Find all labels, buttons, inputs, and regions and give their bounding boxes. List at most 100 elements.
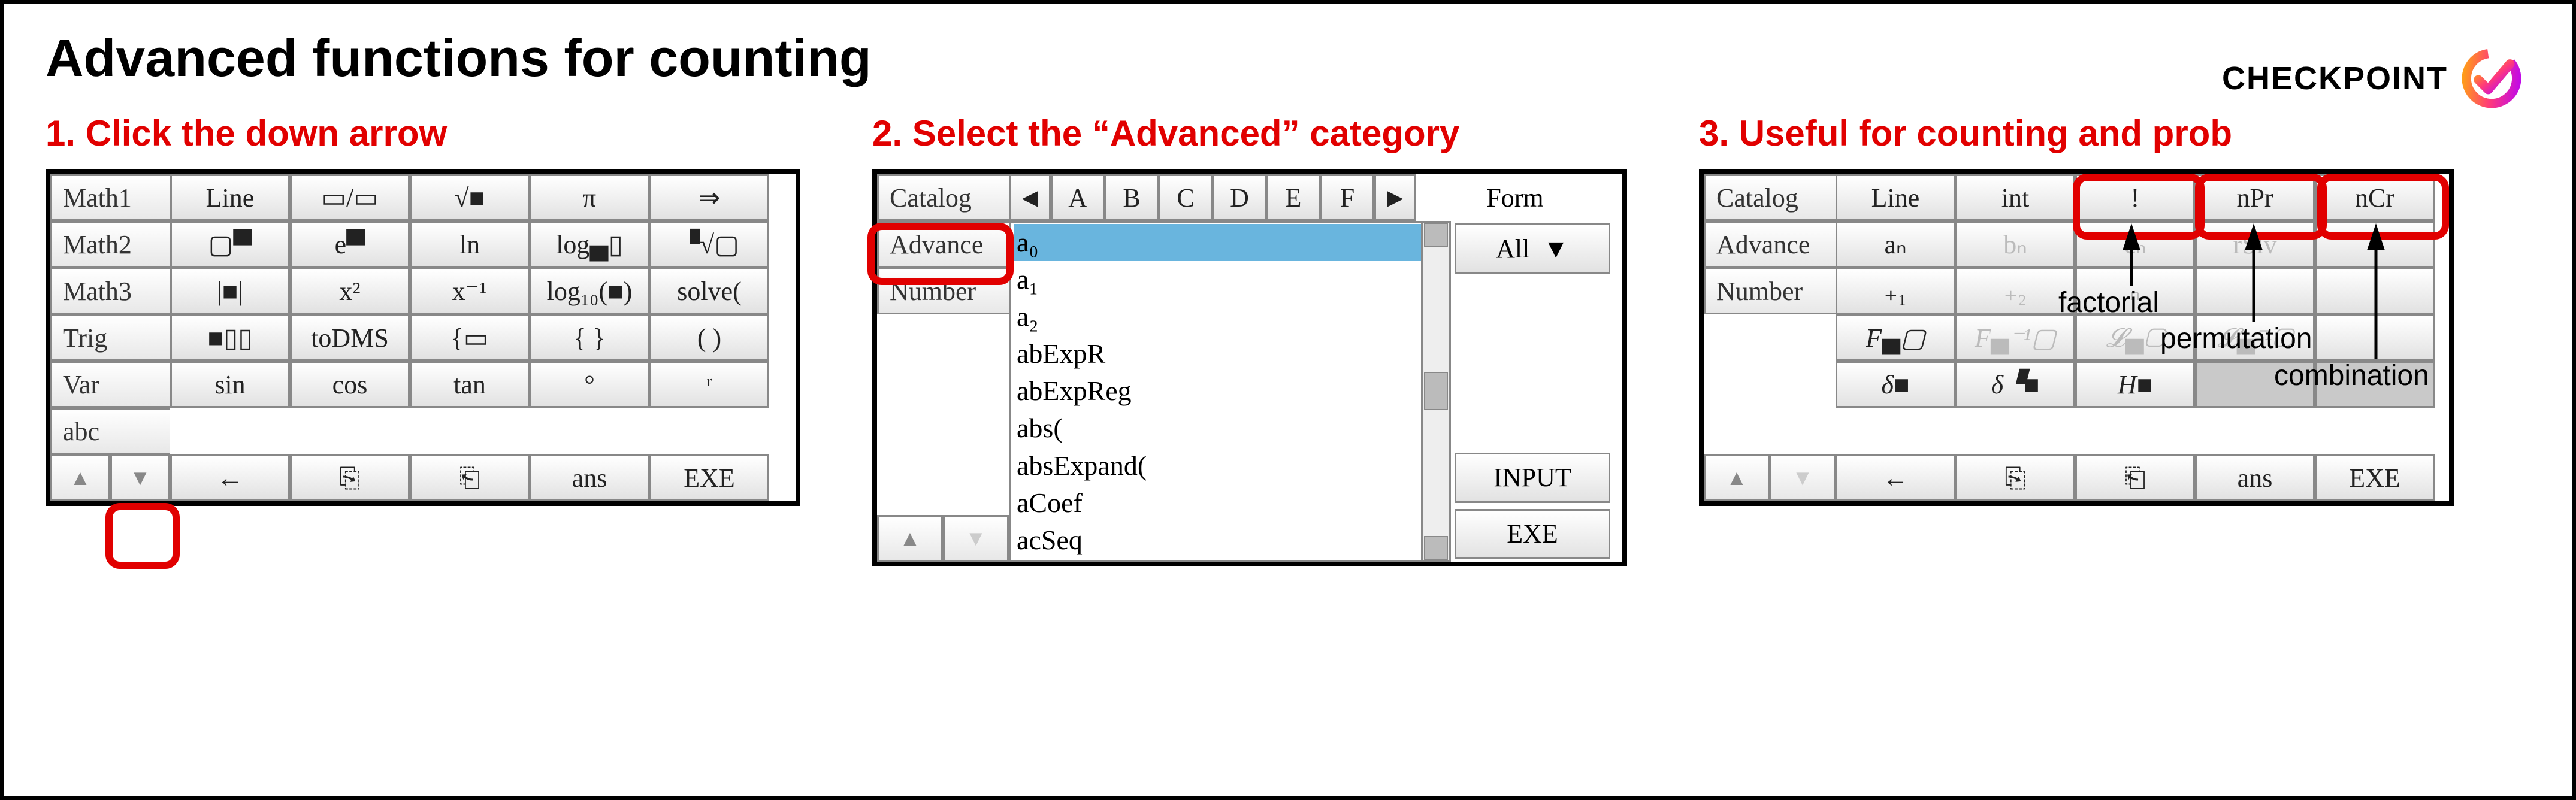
letter-f[interactable]: F xyxy=(1320,174,1374,221)
list-item[interactable]: absExpand( xyxy=(1014,447,1446,484)
letters-left-icon[interactable]: ◄ xyxy=(1009,174,1051,221)
k-blank3[interactable] xyxy=(2315,268,2435,314)
k-ln[interactable]: ln xyxy=(410,221,530,268)
exe-button[interactable]: EXE xyxy=(1455,509,1610,559)
tab-trig[interactable]: Trig xyxy=(50,314,170,361)
k-blank2[interactable] xyxy=(2195,268,2315,314)
tab-math1[interactable]: Math1 xyxy=(50,174,170,221)
k-epow[interactable]: e▀ xyxy=(290,221,410,268)
letter-b[interactable]: B xyxy=(1105,174,1159,221)
k-ncr[interactable]: nCr xyxy=(2315,174,2435,221)
tab-advance[interactable]: Advance xyxy=(877,221,1009,268)
tab-advance[interactable]: Advance xyxy=(1704,221,1836,268)
k-factorial[interactable]: ! xyxy=(2075,174,2195,221)
k-arrow[interactable]: ⇒ xyxy=(649,174,769,221)
list-item[interactable]: a₀ xyxy=(1014,224,1446,261)
k-log10[interactable]: log₁₀(■) xyxy=(530,268,649,314)
k-log[interactable]: log▄▯ xyxy=(530,221,649,268)
input-button[interactable]: INPUT xyxy=(1455,453,1610,503)
k-blank1[interactable] xyxy=(2315,221,2435,268)
k-cn[interactable]: cₙ xyxy=(2075,221,2195,268)
tab-catalog[interactable]: Catalog xyxy=(877,174,1009,221)
k-line[interactable]: Line xyxy=(1836,174,1955,221)
step2-heading: 2. Select the “Advanced” category xyxy=(872,113,1627,154)
k-xinv[interactable]: x⁻¹ xyxy=(410,268,530,314)
k-x2[interactable]: x² xyxy=(290,268,410,314)
catalog-listbox[interactable]: a₀ a₁ a₂ abExpR abExpReg abs( absExpand(… xyxy=(1009,221,1451,562)
tab-catalog[interactable]: Catalog xyxy=(1704,174,1836,221)
k-bracefrac[interactable]: {▭ xyxy=(410,314,530,361)
k-an[interactable]: aₙ xyxy=(1836,221,1955,268)
tab-down-icon[interactable]: ▼ xyxy=(110,454,170,501)
k-deg[interactable]: ° xyxy=(530,361,649,408)
letter-d[interactable]: D xyxy=(1213,174,1266,221)
letters-right-icon[interactable]: ► xyxy=(1374,174,1416,221)
tab-up-icon[interactable]: ▲ xyxy=(50,454,110,501)
k-ans[interactable]: ans xyxy=(530,454,649,501)
k-int[interactable]: int xyxy=(1955,174,2075,221)
k-ans[interactable]: ans xyxy=(2195,454,2315,501)
letter-c[interactable]: C xyxy=(1159,174,1213,221)
k-nroot[interactable]: ▝√▢ xyxy=(649,221,769,268)
tab-down-icon[interactable]: ▼ xyxy=(1770,454,1836,501)
k-frac[interactable]: ▭/▭ xyxy=(290,174,410,221)
letter-e[interactable]: E xyxy=(1266,174,1320,221)
k-rslv[interactable]: rSlv xyxy=(2195,221,2315,268)
scroll-thumb[interactable] xyxy=(1424,372,1448,410)
tab-number[interactable]: Number xyxy=(877,268,1009,314)
k-F[interactable]: F▄▢ xyxy=(1836,314,1955,361)
list-item[interactable]: aCoef xyxy=(1014,484,1446,522)
k-parens[interactable]: ( ) xyxy=(649,314,769,361)
k-todms[interactable]: toDMS xyxy=(290,314,410,361)
k-back[interactable]: ← xyxy=(170,454,290,501)
k-braces[interactable]: { } xyxy=(530,314,649,361)
form-label: Form xyxy=(1416,174,1614,221)
k-back[interactable]: ← xyxy=(1836,454,1955,501)
k-delta[interactable]: δ■ xyxy=(1836,361,1955,408)
k-delta2[interactable]: δ▝■ xyxy=(1955,361,2075,408)
k-sin[interactable]: sin xyxy=(170,361,290,408)
tab-math3[interactable]: Math3 xyxy=(50,268,170,314)
tab-math2[interactable]: Math2 xyxy=(50,221,170,268)
tab-abc[interactable]: abc xyxy=(50,408,170,454)
scroll-down-icon[interactable] xyxy=(1424,536,1448,560)
letter-a[interactable]: A xyxy=(1051,174,1105,221)
list-item[interactable]: a₁ xyxy=(1014,261,1446,298)
k-cos[interactable]: cos xyxy=(290,361,410,408)
k-pow[interactable]: ▢▀ xyxy=(170,221,290,268)
list-item[interactable]: abExpR xyxy=(1014,335,1446,372)
k-pi[interactable]: π xyxy=(530,174,649,221)
k-paste[interactable]: ⎗ xyxy=(410,454,530,501)
list-item[interactable]: abExpReg xyxy=(1014,372,1446,410)
k-npr[interactable]: nPr xyxy=(2195,174,2315,221)
k-abs[interactable]: |■| xyxy=(170,268,290,314)
list-item[interactable]: acSeq xyxy=(1014,522,1446,559)
k-blank4[interactable] xyxy=(2315,314,2435,361)
tab-var[interactable]: Var xyxy=(50,361,170,408)
k-copy[interactable]: ⎘ xyxy=(290,454,410,501)
k-rad[interactable]: ʳ xyxy=(649,361,769,408)
tab-up-icon[interactable]: ▲ xyxy=(1704,454,1770,501)
scroll-up-icon[interactable] xyxy=(1424,223,1448,247)
k-tan[interactable]: tan xyxy=(410,361,530,408)
k-H[interactable]: H■ xyxy=(2075,361,2195,408)
k-plus2[interactable]: ₊₂ xyxy=(1955,268,2075,314)
k-exe[interactable]: EXE xyxy=(2315,454,2435,501)
scrollbar[interactable] xyxy=(1421,223,1449,560)
k-solve[interactable]: solve( xyxy=(649,268,769,314)
k-bn[interactable]: bₙ xyxy=(1955,221,2075,268)
k-copy[interactable]: ⎘ xyxy=(1955,454,2075,501)
list-item[interactable]: abs( xyxy=(1014,410,1446,447)
k-exe[interactable]: EXE xyxy=(649,454,769,501)
tab-up-icon[interactable]: ▲ xyxy=(877,515,943,562)
k-line[interactable]: Line xyxy=(170,174,290,221)
form-dropdown[interactable]: All ▼ xyxy=(1455,223,1610,274)
list-item[interactable]: a₂ xyxy=(1014,298,1446,335)
k-sqrt[interactable]: √■ xyxy=(410,174,530,221)
k-plus1[interactable]: ₊₁ xyxy=(1836,268,1955,314)
tab-number[interactable]: Number xyxy=(1704,268,1836,314)
tab-down-icon[interactable]: ▼ xyxy=(943,515,1009,562)
k-paste[interactable]: ⎗ xyxy=(2075,454,2195,501)
k-Finv[interactable]: F▄⁻¹▢ xyxy=(1955,314,2075,361)
k-boxes[interactable]: ■▯▯ xyxy=(170,314,290,361)
